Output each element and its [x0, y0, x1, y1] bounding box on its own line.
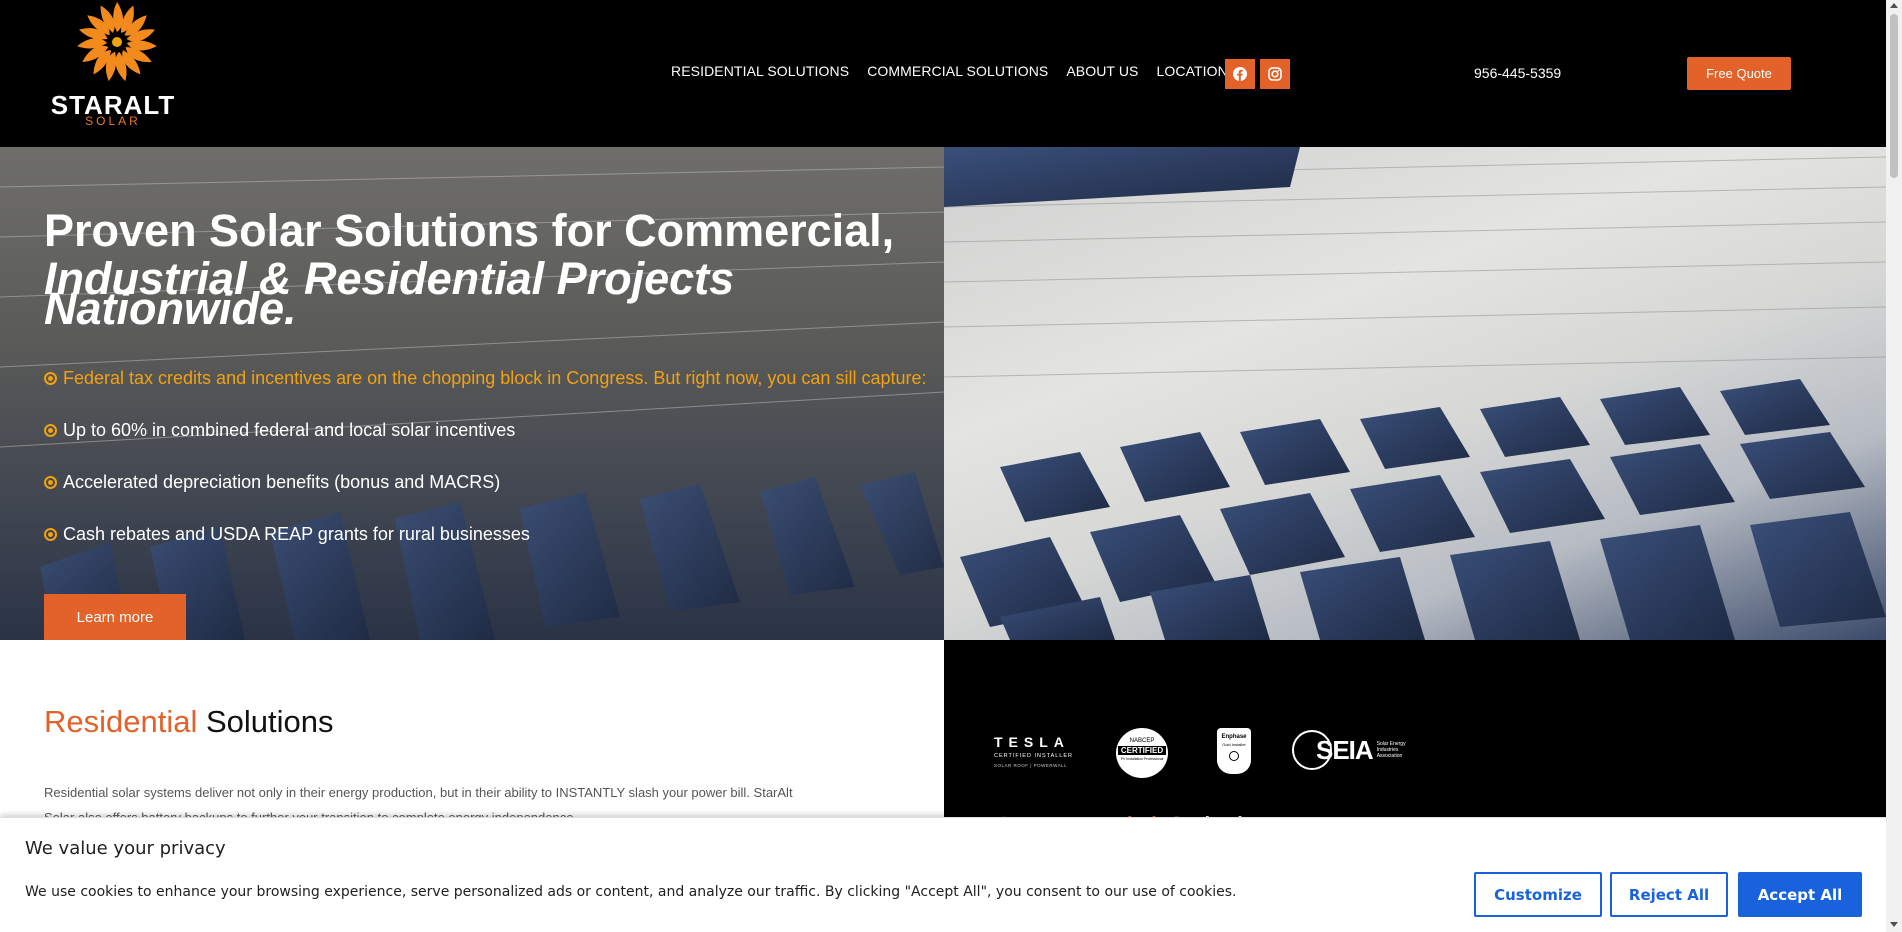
nabcep-label: NABCEP: [1129, 738, 1155, 744]
residential-heading: Residential Solutions: [44, 704, 334, 740]
enphase-label: Enphase: [1221, 734, 1247, 740]
cookie-title: We value your privacy: [25, 838, 226, 859]
hero-bullet-text: Accelerated depreciation benefits (bonus…: [63, 472, 501, 492]
radio-bullet-icon: [44, 372, 57, 385]
accept-all-button[interactable]: Accept All: [1738, 872, 1862, 917]
nabcep-certified: CERTIFIED: [1118, 746, 1166, 755]
hero-bullet: Cash rebates and USDA REAP grants for ru…: [44, 524, 530, 545]
enphase-subtitle: Gold Installer: [1222, 742, 1246, 747]
tesla-subtitle: CERTIFIED INSTALLER: [994, 753, 1074, 759]
facebook-link[interactable]: [1225, 59, 1255, 89]
hero-headline: Proven Solar Solutions for Commercial, I…: [44, 205, 944, 333]
staralt-logo[interactable]: STARALT SOLAR: [42, 0, 184, 130]
hero-bullet: Up to 60% in combined federal and local …: [44, 420, 515, 441]
scroll-up-arrow-icon[interactable]: [1890, 3, 1898, 8]
hero-bullet-text: Up to 60% in combined federal and local …: [63, 420, 516, 440]
tesla-certification-logo: TESLA CERTIFIED INSTALLER SOLAR ROOF | P…: [994, 730, 1084, 768]
nav-residential-solutions[interactable]: RESIDENTIAL SOLUTIONS: [671, 63, 849, 79]
seia-certification-logo: SEIA Solar Energy Industries Association: [1292, 730, 1417, 770]
customize-button[interactable]: Customize: [1474, 872, 1602, 917]
scroll-down-arrow-icon[interactable]: [1890, 922, 1898, 927]
sun-logo-icon: [77, 2, 157, 82]
hero-bullet: Accelerated depreciation benefits (bonus…: [44, 472, 500, 493]
facebook-icon: [1233, 67, 1247, 81]
hero-section: Proven Solar Solutions for Commercial, I…: [0, 147, 1886, 640]
cookie-consent-banner: We value your privacy We use cookies to …: [0, 817, 1886, 932]
hero-headline-line3: Nationwide.: [44, 283, 297, 334]
seia-wordmark: SEIA: [1316, 734, 1374, 765]
nav-about-us[interactable]: ABOUT US: [1066, 63, 1138, 79]
site-header: STARALT SOLAR RESIDENTIAL SOLUTIONS COMM…: [0, 0, 1886, 147]
hero-bullet-text: Cash rebates and USDA REAP grants for ru…: [63, 524, 530, 544]
free-quote-button[interactable]: Free Quote: [1687, 57, 1791, 90]
main-nav: RESIDENTIAL SOLUTIONS COMMERCIAL SOLUTIO…: [671, 63, 1237, 79]
instagram-icon: [1268, 67, 1282, 81]
nabcep-subtitle: PV Installation Professional: [1120, 757, 1164, 761]
hero-bullet-text: Federal tax credits and incentives are o…: [63, 368, 927, 388]
logo-subtitle: SOLAR: [85, 114, 141, 128]
phone-number[interactable]: 956-445-5359: [1474, 65, 1561, 81]
tesla-wordmark: TESLA: [994, 734, 1070, 750]
cookie-message: We use cookies to enhance your browsing …: [25, 884, 1237, 900]
hero-headline-line1: Proven Solar Solutions for Commercial,: [44, 205, 895, 256]
learn-more-button[interactable]: Learn more: [44, 594, 186, 640]
reject-all-button[interactable]: Reject All: [1610, 872, 1728, 917]
radio-bullet-icon: [44, 424, 57, 437]
seia-subtitle: Solar Energy Industries Association: [1376, 741, 1406, 759]
tesla-subtitle-2: SOLAR ROOF | POWERWALL: [994, 763, 1068, 768]
radio-bullet-icon: [44, 528, 57, 541]
enphase-emblem-icon: [1229, 751, 1239, 761]
residential-heading-accent: Residential: [44, 704, 198, 739]
residential-heading-rest: Solutions: [197, 704, 334, 739]
nav-commercial-solutions[interactable]: COMMERCIAL SOLUTIONS: [867, 63, 1048, 79]
hero-bullet: Federal tax credits and incentives are o…: [44, 368, 926, 389]
enphase-certification-logo: Enphase Gold Installer: [1217, 728, 1251, 774]
scrollbar-thumb[interactable]: [1890, 14, 1898, 178]
page-scrollbar[interactable]: [1886, 0, 1902, 932]
radio-bullet-icon: [44, 476, 57, 489]
instagram-link[interactable]: [1260, 59, 1290, 89]
nabcep-certification-logo: NABCEP CERTIFIED PV Installation Profess…: [1116, 728, 1168, 778]
